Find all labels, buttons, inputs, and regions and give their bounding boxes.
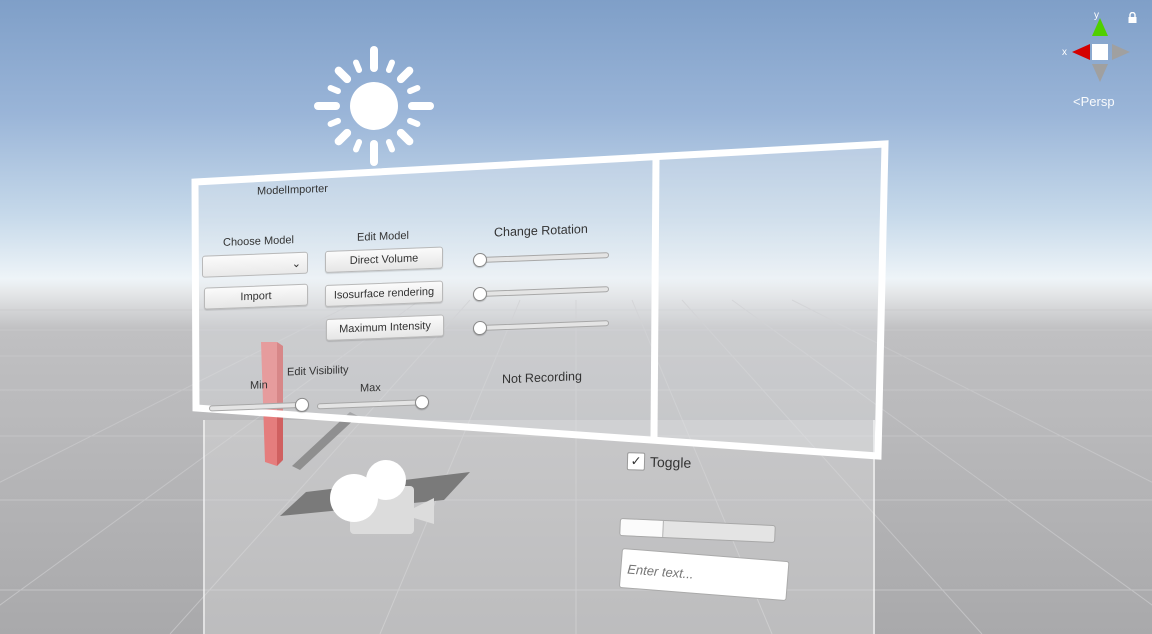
neg-x-axis-cone-icon[interactable] <box>1112 44 1130 60</box>
rotation-y-handle[interactable] <box>473 286 487 302</box>
edit-model-label: Edit Model <box>357 229 409 244</box>
min-visibility-track <box>209 401 309 412</box>
model-dropdown[interactable]: ⌄ <box>202 251 308 278</box>
model-importer-panel: ModelImporter Choose Model ⌄ Import Edit… <box>195 162 655 430</box>
max-visibility-handle[interactable] <box>414 395 429 410</box>
camera-icon[interactable] <box>280 458 470 538</box>
change-rotation-label: Change Rotation <box>494 221 588 240</box>
max-visibility-slider[interactable] <box>313 395 431 414</box>
projection-label: Persp <box>1080 94 1115 109</box>
max-visibility-track <box>317 399 427 410</box>
min-visibility-handle[interactable] <box>295 397 310 413</box>
rotation-y-slider[interactable] <box>473 282 613 302</box>
import-button[interactable]: Import <box>204 283 308 310</box>
min-visibility-slider[interactable] <box>205 397 313 415</box>
persp-arrow-icon: < <box>1073 94 1081 109</box>
min-label: Min <box>250 379 268 392</box>
rotation-z-slider[interactable] <box>473 316 613 336</box>
maximum-intensity-button[interactable]: Maximum Intensity <box>326 314 444 341</box>
rotation-x-handle[interactable] <box>473 252 487 268</box>
rotation-z-handle[interactable] <box>473 320 487 336</box>
checkmark-icon: ✓ <box>630 453 642 469</box>
projection-toggle[interactable]: <Persp <box>1073 94 1115 109</box>
directional-light-icon[interactable] <box>308 42 440 174</box>
choose-model-label: Choose Model <box>223 234 294 249</box>
isosurface-rendering-button[interactable]: Isosurface rendering <box>325 280 443 308</box>
gizmo-y-label: y <box>1094 10 1099 21</box>
panel-title: ModelImporter <box>257 182 328 198</box>
gizmo-x-label: x <box>1062 47 1067 58</box>
direct-volume-button[interactable]: Direct Volume <box>325 246 443 274</box>
edit-visibility-label: Edit Visibility <box>287 364 349 379</box>
lock-icon[interactable] <box>1128 12 1137 23</box>
neg-y-axis-cone-icon[interactable] <box>1092 64 1108 82</box>
gizmo-center-cube-icon[interactable] <box>1092 44 1108 60</box>
scene-view[interactable]: y x <Persp ModelImporter Choose Model ⌄ … <box>0 0 1152 634</box>
recording-status: Not Recording <box>502 369 582 387</box>
rotation-y-track <box>477 286 609 298</box>
toggle[interactable]: ✓ Toggle <box>626 452 692 472</box>
toggle-label: Toggle <box>649 453 692 471</box>
max-label: Max <box>360 381 381 395</box>
rotation-x-track <box>477 252 609 264</box>
chevron-down-icon: ⌄ <box>291 257 301 271</box>
rotation-z-track <box>477 320 609 332</box>
x-axis-cone-icon[interactable] <box>1072 44 1090 60</box>
progress-fill <box>620 519 664 537</box>
rotation-x-slider[interactable] <box>473 248 613 268</box>
toggle-checkbox[interactable]: ✓ <box>626 452 646 471</box>
